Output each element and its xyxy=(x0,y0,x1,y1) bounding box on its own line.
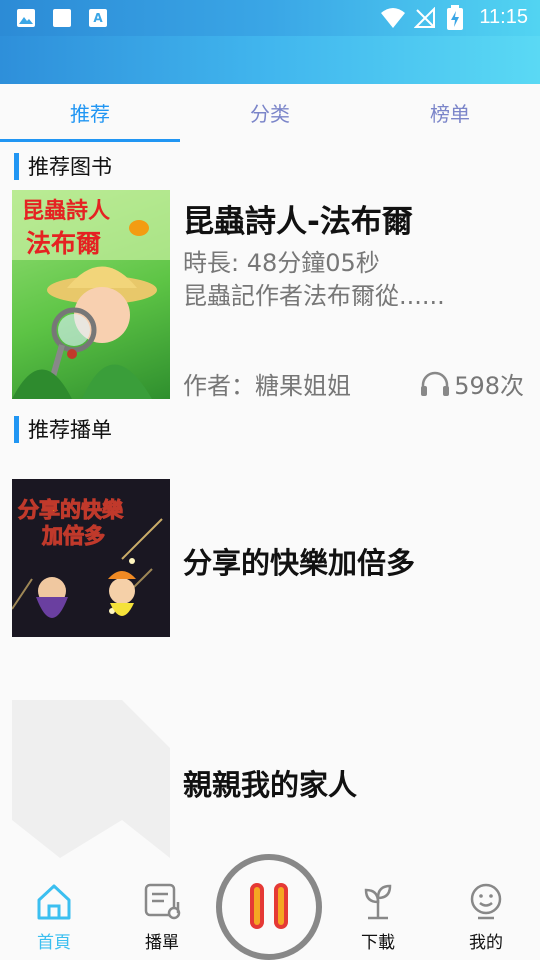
headphones-icon xyxy=(421,371,450,396)
nav-home[interactable]: 首頁 xyxy=(0,872,108,960)
playlist-title[interactable]: 親親我的家人 xyxy=(183,762,357,804)
image-placeholder-icon xyxy=(12,700,170,858)
book-duration: 時長: 48分鐘05秒 xyxy=(183,249,380,277)
book-description: 昆蟲記作者法布爾從...... xyxy=(183,282,445,310)
tab-recommend[interactable]: 推荐 xyxy=(0,84,180,142)
image-icon xyxy=(17,9,35,27)
top-tabs: 推荐 分类 榜单 xyxy=(0,84,540,142)
svg-text:A: A xyxy=(93,11,103,25)
playlist-icon xyxy=(144,883,181,920)
section-title-books: 推荐图书 xyxy=(14,153,112,181)
status-time: 11:15 xyxy=(479,6,528,28)
tab-category[interactable]: 分类 xyxy=(180,84,360,142)
play-count-value: 598次 xyxy=(454,372,524,400)
nav-profile-label: 我的 xyxy=(469,933,503,953)
nav-home-label: 首頁 xyxy=(37,933,71,953)
playlist-cover-illustration: 分享的快樂 加倍多 xyxy=(12,479,170,637)
play-count: 598次 xyxy=(420,366,524,401)
tab-ranking[interactable]: 榜单 xyxy=(360,84,540,142)
wifi-icon xyxy=(381,8,405,28)
book-cover-text-1: 昆蟲詩人 xyxy=(22,199,110,224)
pause-icon xyxy=(250,883,288,929)
book-cover[interactable]: 昆蟲詩人 法布爾 xyxy=(12,190,170,399)
playlist-cover-text-1: 分享的快樂 xyxy=(18,498,124,522)
no-signal-icon xyxy=(414,7,435,28)
section-title-playlists: 推荐播单 xyxy=(14,416,112,444)
sprout-icon xyxy=(364,884,392,920)
tab-indicator xyxy=(0,139,180,142)
nav-playlist-label: 播單 xyxy=(145,933,179,953)
status-bar: A 11:15 xyxy=(0,0,540,36)
profile-icon xyxy=(470,883,502,920)
playlist-title[interactable]: 分享的快樂加倍多 xyxy=(183,540,415,582)
play-pause-button[interactable] xyxy=(216,854,322,960)
square-icon xyxy=(53,9,71,27)
playlist-cover[interactable]: 分享的快樂 加倍多 xyxy=(12,479,170,637)
playlist-cover-text-2: 加倍多 xyxy=(41,524,105,548)
nav-download-label: 下載 xyxy=(361,933,395,953)
nav-playlist[interactable]: 播單 xyxy=(108,872,216,960)
battery-charging-icon xyxy=(447,5,463,30)
header-banner xyxy=(0,36,540,84)
book-cover-illustration: 昆蟲詩人 法布爾 xyxy=(12,190,170,399)
nav-profile[interactable]: 我的 xyxy=(432,872,540,960)
book-author: 作者：糖果姐姐 xyxy=(183,372,351,400)
book-cover-text-2: 法布爾 xyxy=(26,229,101,258)
a-icon: A xyxy=(89,9,107,27)
home-icon xyxy=(37,884,71,920)
book-title[interactable]: 昆蟲詩人-法布爾 xyxy=(183,196,413,241)
playlist-cover-placeholder[interactable] xyxy=(12,700,170,858)
nav-download[interactable]: 下載 xyxy=(324,872,432,960)
